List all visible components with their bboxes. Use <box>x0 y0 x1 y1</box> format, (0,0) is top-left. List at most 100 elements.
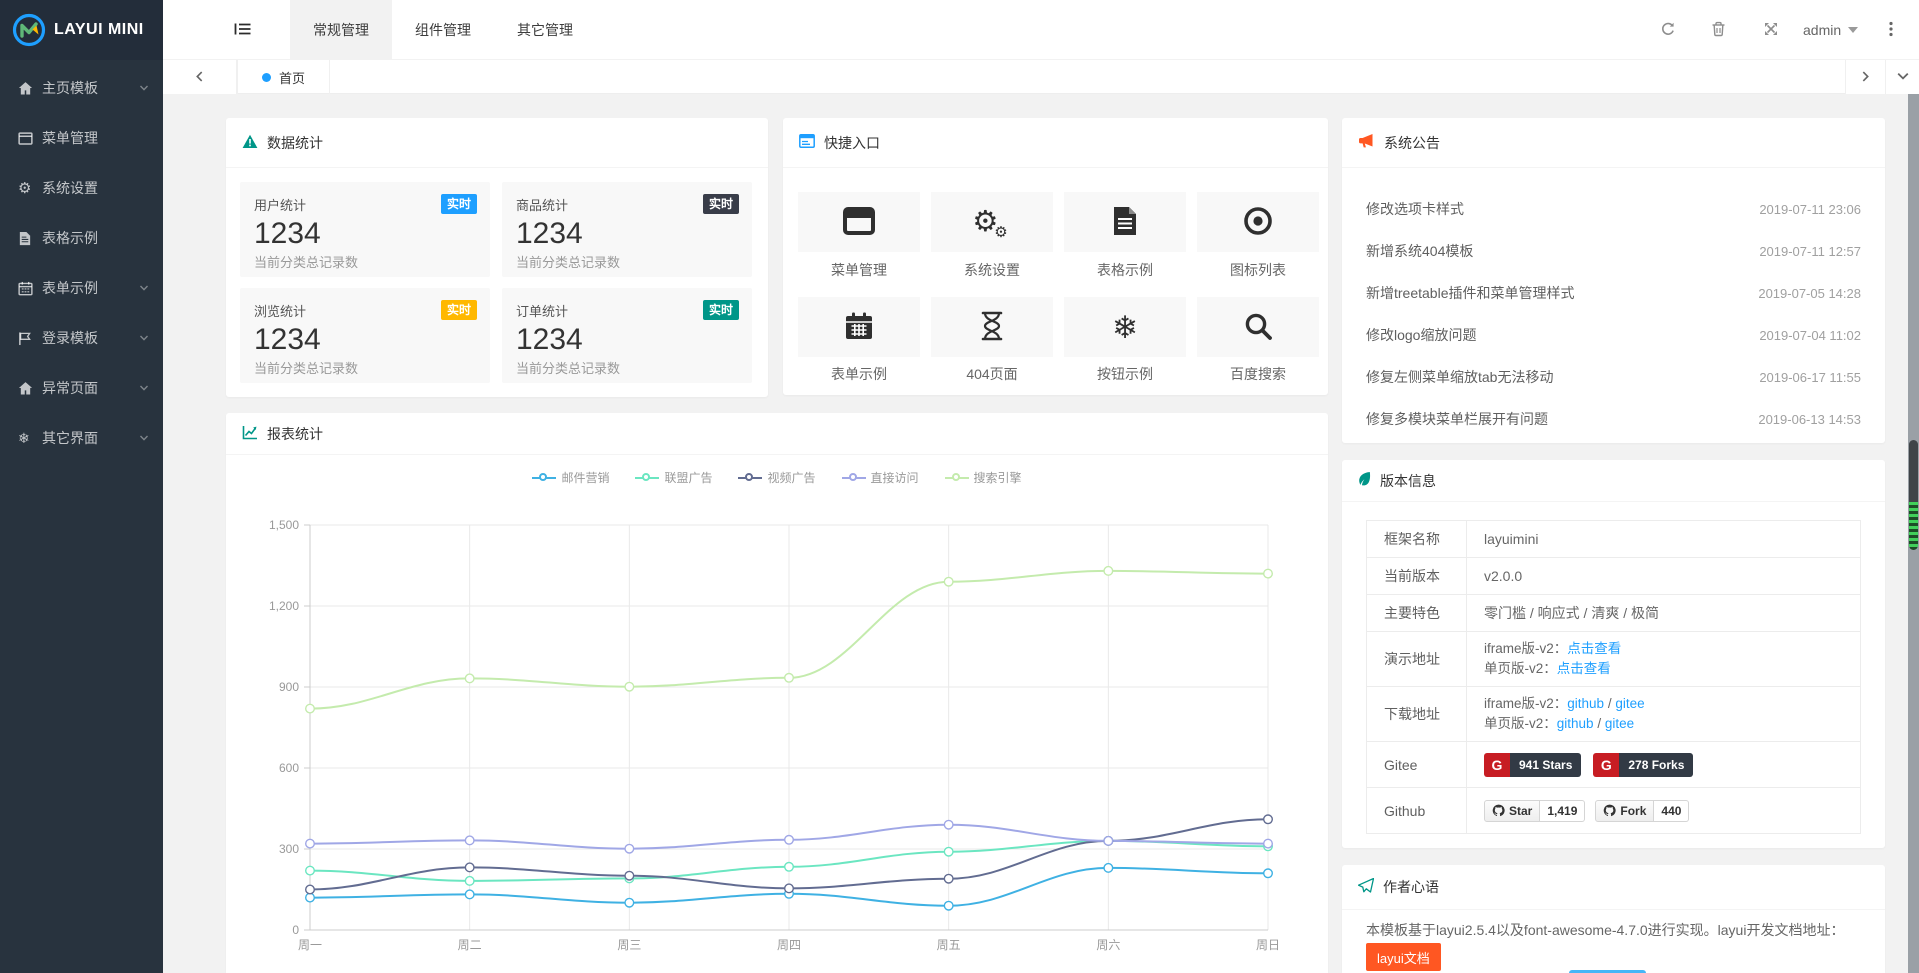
quick-tile-label[interactable]: 表格示例 <box>1064 260 1186 280</box>
home-icon <box>18 81 42 96</box>
notice-item: 修复多模块菜单栏展开有问题 2019-06-13 14:53 <box>1342 398 1885 440</box>
scrollbar-track[interactable] <box>1908 94 1919 973</box>
user-dropdown[interactable]: admin <box>1803 0 1858 60</box>
nav-tab-regular-management[interactable]: 常规管理 <box>290 0 392 60</box>
quick-tile-system-settings[interactable]: ⚙⚙ <box>931 192 1053 252</box>
card-title: 作者心语 <box>1383 877 1439 897</box>
list-card-icon <box>799 134 815 151</box>
top-header: 常规管理 组件管理 其它管理 admin <box>163 0 1919 60</box>
quick-tile-table-example[interactable] <box>1064 192 1186 252</box>
fullscreen-button[interactable] <box>1749 0 1793 60</box>
quick-tile-label[interactable]: 菜单管理 <box>798 260 920 280</box>
quick-card-header: 快捷入口 <box>783 118 1328 168</box>
status-badge: 实时 <box>441 300 477 320</box>
quick-tile-icon-list[interactable] <box>1197 192 1319 252</box>
octocat-icon <box>1603 804 1616 817</box>
clear-cache-button[interactable] <box>1696 0 1740 60</box>
notice-date: 2019-07-11 23:06 <box>1759 202 1861 217</box>
svg-text:300: 300 <box>279 842 299 856</box>
sidebar: LAYUI MINI 主页模板 菜单管理 ⚙ 系统设置 表格示例 表单示例 登录… <box>0 0 163 973</box>
layui-doc-button[interactable]: layui文档 <box>1366 943 1441 971</box>
username: admin <box>1803 22 1841 38</box>
stat-caption: 当前分类总记录数 <box>516 358 738 377</box>
gitee-stars-badge[interactable]: G941 Stars <box>1484 753 1581 777</box>
collapse-sidebar-button[interactable] <box>215 0 271 60</box>
trash-icon <box>1711 21 1726 40</box>
demo-prefix: iframe版-v2： <box>1484 641 1567 656</box>
megaphone-icon <box>1358 133 1375 152</box>
demo-link-iframe[interactable]: 点击查看 <box>1567 641 1621 656</box>
download-prefix: 单页版-v2： <box>1484 716 1557 731</box>
download-prefix: iframe版-v2： <box>1484 696 1567 711</box>
notice-text: 修改logo缩放问题 <box>1366 325 1476 345</box>
quick-tile-menu-management[interactable] <box>798 192 920 252</box>
quick-tile-label[interactable]: 按钮示例 <box>1064 364 1186 384</box>
gears-icon: ⚙ <box>18 179 42 197</box>
chart-line-icon <box>242 425 258 443</box>
notice-item: 修改选项卡样式 2019-07-11 23:06 <box>1342 188 1885 230</box>
quick-tile-label[interactable]: 404页面 <box>931 364 1053 384</box>
row-label: Github <box>1367 788 1467 833</box>
caret-down-icon <box>1848 27 1858 33</box>
github-fork-button[interactable]: Fork 440 <box>1595 800 1689 822</box>
quick-tile-label[interactable]: 百度搜索 <box>1197 364 1319 384</box>
row-value: iframe版-v2：github / gitee 单页版-v2：github … <box>1467 687 1645 741</box>
nav-tab-component-management[interactable]: 组件管理 <box>392 0 494 60</box>
sidebar-item-login-template[interactable]: 登录模板 <box>0 313 163 363</box>
github-fork-count: 440 <box>1654 800 1689 822</box>
tab-actions-dropdown-button[interactable] <box>1885 60 1919 94</box>
sidebar-item-form-example[interactable]: 表单示例 <box>0 263 163 313</box>
sidebar-item-menu-management[interactable]: 菜单管理 <box>0 113 163 163</box>
more-menu-button[interactable] <box>1873 0 1909 60</box>
snowflake-icon: ❄ <box>1112 312 1138 343</box>
gitee-forks-badge[interactable]: G278 Forks <box>1593 753 1693 777</box>
download-link-gitee-single[interactable]: gitee <box>1605 716 1634 731</box>
sidebar-item-label: 菜单管理 <box>42 128 98 148</box>
author-card-header: 作者心语 <box>1342 865 1885 910</box>
status-badge: 实时 <box>703 194 739 214</box>
github-star-count: 1,419 <box>1540 800 1585 822</box>
logo[interactable]: LAYUI MINI <box>0 0 163 60</box>
sidebar-item-home-template[interactable]: 主页模板 <box>0 63 163 113</box>
stat-value: 1234 <box>516 217 738 251</box>
notice-item: 修复左侧菜单缩放tab无法移动 2019-06-17 11:55 <box>1342 356 1885 398</box>
quick-tile-label[interactable]: 图标列表 <box>1197 260 1319 280</box>
demo-link-single-page[interactable]: 点击查看 <box>1557 661 1611 676</box>
window-icon <box>843 207 875 238</box>
version-row-framework: 框架名称 layuimini <box>1367 521 1860 558</box>
quick-tile-baidu-search[interactable] <box>1197 297 1319 357</box>
tab-label: 首页 <box>279 68 305 87</box>
sidebar-item-label: 表单示例 <box>42 278 98 298</box>
quick-tile-form-example[interactable] <box>798 297 920 357</box>
refresh-icon <box>1660 21 1676 40</box>
button-label: Star <box>1509 804 1532 818</box>
svg-text:900: 900 <box>279 680 299 694</box>
chevron-right-icon <box>1860 69 1871 85</box>
quick-tile-404-page[interactable] <box>931 297 1053 357</box>
notice-date: 2019-07-11 12:57 <box>1759 244 1861 259</box>
version-card: 版本信息 框架名称 layuimini 当前版本 v2.0.0 主要特色 零门槛… <box>1342 460 1885 848</box>
refresh-button[interactable] <box>1646 0 1690 60</box>
stat-box-products: 商品统计 实时 1234 当前分类总记录数 <box>502 182 752 277</box>
tab-home[interactable]: 首页 <box>237 60 330 94</box>
github-star-button[interactable]: Star 1,419 <box>1484 800 1585 822</box>
download-link-gitee-iframe[interactable]: gitee <box>1615 696 1644 711</box>
quick-tile-label[interactable]: 系统设置 <box>931 260 1053 280</box>
scrollbar-thumb[interactable] <box>1909 440 1918 550</box>
stat-value: 1234 <box>254 217 476 251</box>
quick-tile-button-example[interactable]: ❄ <box>1064 297 1186 357</box>
stat-box-orders: 订单统计 实时 1234 当前分类总记录数 <box>502 288 752 383</box>
row-label: Gitee <box>1367 742 1467 787</box>
outdent-icon <box>234 21 252 40</box>
tab-scroll-left-button[interactable] <box>163 60 237 94</box>
nav-tab-other-management[interactable]: 其它管理 <box>494 0 596 60</box>
sidebar-item-error-pages[interactable]: 异常页面 <box>0 363 163 413</box>
sidebar-item-table-example[interactable]: 表格示例 <box>0 213 163 263</box>
download-link-github-iframe[interactable]: github <box>1567 696 1604 711</box>
tab-scroll-right-button[interactable] <box>1845 60 1885 94</box>
sidebar-item-other-ui[interactable]: ❄ 其它界面 <box>0 413 163 463</box>
svg-text:周五: 周五 <box>937 938 961 952</box>
sidebar-item-system-settings[interactable]: ⚙ 系统设置 <box>0 163 163 213</box>
quick-tile-label[interactable]: 表单示例 <box>798 364 920 384</box>
download-link-github-single[interactable]: github <box>1557 716 1594 731</box>
